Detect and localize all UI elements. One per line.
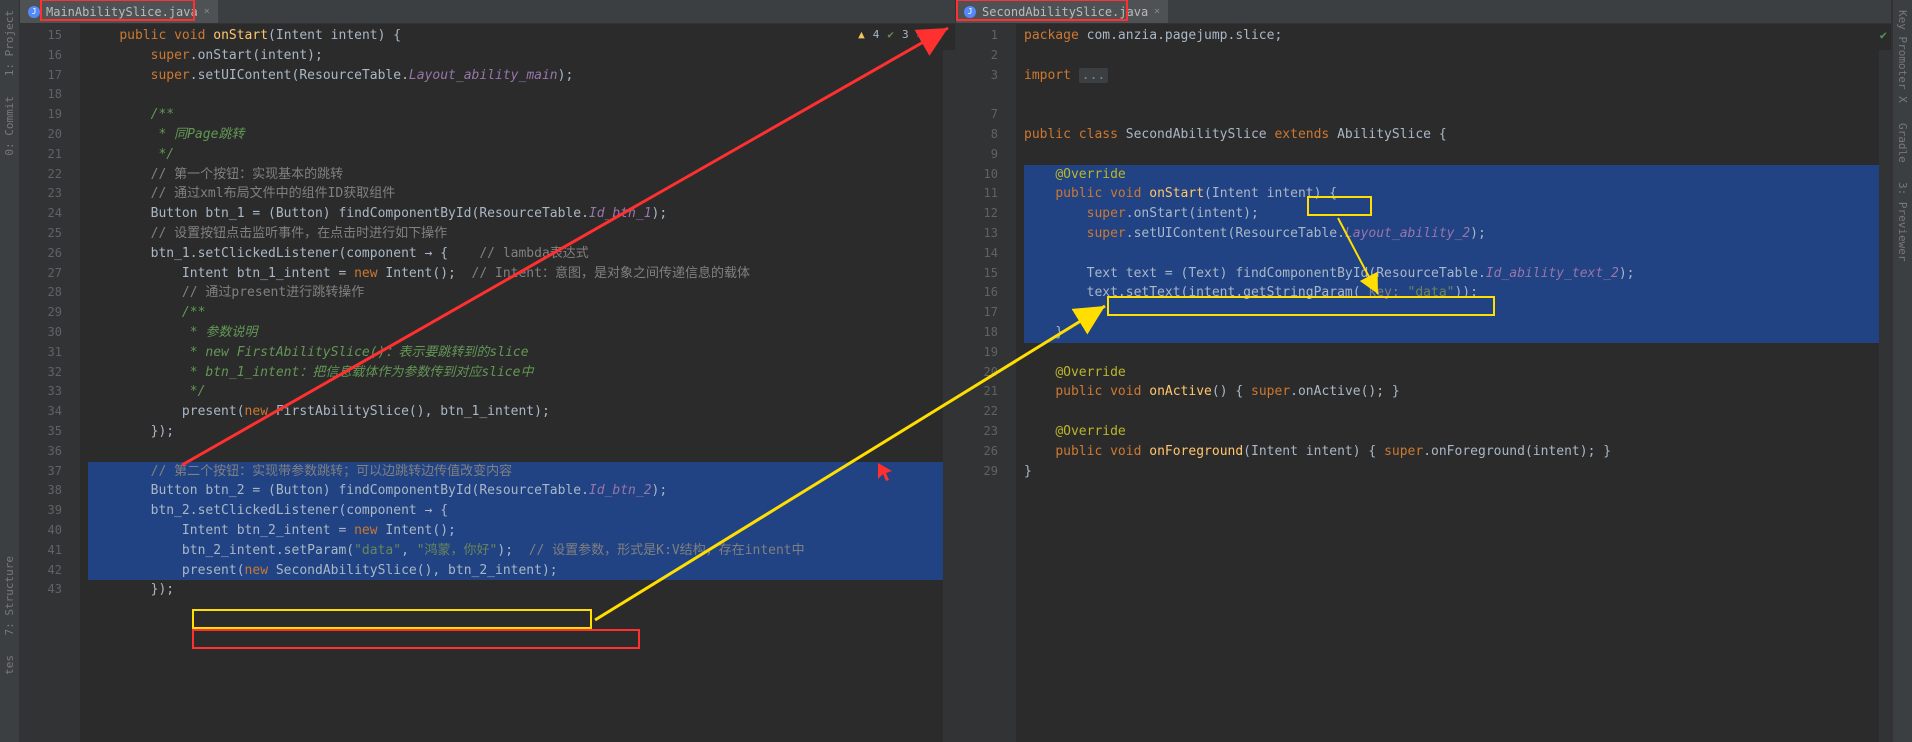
code-line[interactable] <box>88 442 955 462</box>
tool-sidebar-left: 1: Project 0: Commit 7: Structure tes <box>0 0 20 742</box>
tab-second-ability-slice[interactable]: J SecondAbilitySlice.java × <box>956 0 1168 23</box>
left-tabbar: J MainAbilitySlice.java × <box>20 0 955 24</box>
code-line[interactable]: present(new FirstAbilitySlice(), btn_1_i… <box>88 402 955 422</box>
tab-main-ability-slice[interactable]: J MainAbilitySlice.java × <box>20 0 218 23</box>
code-line[interactable]: public void onStart(Intent intent) { <box>88 26 955 46</box>
right-editor[interactable]: 12378910111213141516171819202122232629 p… <box>956 24 1891 742</box>
close-icon[interactable]: × <box>1154 6 1160 17</box>
code-line[interactable] <box>1024 46 1891 66</box>
commit-tool[interactable]: 0: Commit <box>3 96 16 156</box>
code-line[interactable] <box>88 85 955 105</box>
right-marker-strip[interactable] <box>1879 50 1891 742</box>
java-file-icon: J <box>964 6 976 18</box>
right-code[interactable]: package com.anzia.pagejump.slice; import … <box>1016 24 1891 742</box>
code-line[interactable] <box>1024 85 1891 105</box>
code-line[interactable] <box>1024 145 1891 165</box>
right-gutter: 12378910111213141516171819202122232629 <box>956 24 1016 742</box>
left-marker-strip[interactable] <box>943 50 955 742</box>
weak-warning-icon: ✔ <box>887 28 894 41</box>
editor-split: J MainAbilitySlice.java × 15161718192021… <box>20 0 1892 742</box>
tes-tool[interactable]: tes <box>3 655 16 675</box>
code-line[interactable]: public class SecondAbilitySlice extends … <box>1024 125 1891 145</box>
code-line[interactable]: } <box>1024 462 1891 482</box>
code-line[interactable]: package com.anzia.pagejump.slice; <box>1024 26 1891 46</box>
java-file-icon: J <box>28 6 40 18</box>
project-tool[interactable]: 1: Project <box>3 10 16 76</box>
code-line[interactable]: Text text = (Text) findComponentById(Res… <box>1024 264 1891 284</box>
code-line[interactable]: // 设置按钮点击监听事件，在点击时进行如下操作 <box>88 224 955 244</box>
code-line[interactable]: // 通过present进行跳转操作 <box>88 283 955 303</box>
code-line[interactable]: * btn_1_intent：把信息载体作为参数传到对应slice中 <box>88 363 955 383</box>
code-line[interactable] <box>1024 402 1891 422</box>
left-editor-pane: J MainAbilitySlice.java × 15161718192021… <box>20 0 956 742</box>
code-line[interactable]: Intent btn_1_intent = new Intent(); // I… <box>88 264 955 284</box>
previewer-tool[interactable]: 3: Previewer <box>1896 182 1909 261</box>
code-line[interactable]: present(new SecondAbilitySlice(), btn_2_… <box>88 561 955 581</box>
code-line[interactable]: public void onStart(Intent intent) { <box>1024 184 1891 204</box>
code-line[interactable]: }); <box>88 580 955 600</box>
chevron-up-icon[interactable]: ˄ <box>917 28 923 41</box>
code-line[interactable]: * 同Page跳转 <box>88 125 955 145</box>
no-problems-icon[interactable]: ✔ <box>1880 28 1887 42</box>
inspection-summary[interactable]: ▲4 ✔3 ˄ ˅ <box>858 28 937 41</box>
code-line[interactable]: super.setUIContent(ResourceTable.Layout_… <box>1024 224 1891 244</box>
right-editor-pane: J SecondAbilitySlice.java × 123789101112… <box>956 0 1892 742</box>
code-line[interactable]: /** <box>88 303 955 323</box>
tab-label: MainAbilitySlice.java <box>46 5 198 19</box>
code-line[interactable] <box>1024 105 1891 125</box>
close-icon[interactable]: × <box>204 6 210 17</box>
warning-icon: ▲ <box>858 28 865 41</box>
code-line[interactable]: btn_2.setClickedListener(component → { <box>88 501 955 521</box>
code-line[interactable]: /** <box>88 105 955 125</box>
code-line[interactable]: // 第二个按钮：实现带参数跳转；可以边跳转边传值改变内容 <box>88 462 955 482</box>
code-line[interactable]: btn_1.setClickedListener(component → { /… <box>88 244 955 264</box>
code-line[interactable]: */ <box>88 382 955 402</box>
code-line[interactable]: public void onForeground(Intent intent) … <box>1024 442 1891 462</box>
code-line[interactable]: * 参数说明 <box>88 323 955 343</box>
code-line[interactable]: Button btn_2 = (Button) findComponentByI… <box>88 481 955 501</box>
tab-label: SecondAbilitySlice.java <box>982 5 1148 19</box>
chevron-down-icon[interactable]: ˅ <box>931 28 937 41</box>
code-line[interactable]: @Override <box>1024 363 1891 383</box>
code-line[interactable]: */ <box>88 145 955 165</box>
code-line[interactable]: // 通过xml布局文件中的组件ID获取组件 <box>88 184 955 204</box>
structure-tool[interactable]: 7: Structure <box>3 556 16 635</box>
code-line[interactable]: btn_2_intent.setParam("data", "鸿蒙，你好"); … <box>88 541 955 561</box>
code-line[interactable]: @Override <box>1024 165 1891 185</box>
code-line[interactable]: import ... <box>1024 66 1891 86</box>
code-line[interactable]: Button btn_1 = (Button) findComponentByI… <box>88 204 955 224</box>
code-line[interactable]: super.setUIContent(ResourceTable.Layout_… <box>88 66 955 86</box>
code-line[interactable] <box>1024 343 1891 363</box>
code-line[interactable] <box>1024 303 1891 323</box>
code-line[interactable]: text.setText(intent.getStringParam( key:… <box>1024 283 1891 303</box>
code-line[interactable]: Intent btn_2_intent = new Intent(); <box>88 521 955 541</box>
left-code[interactable]: public void onStart(Intent intent) { sup… <box>80 24 955 742</box>
left-gutter: 1516171819202122232425262728293031323334… <box>20 24 80 742</box>
code-line[interactable]: // 第一个按钮：实现基本的跳转 <box>88 165 955 185</box>
keypromoter-tool[interactable]: Key Promoter X <box>1896 10 1909 103</box>
code-line[interactable] <box>1024 244 1891 264</box>
code-line[interactable]: super.onStart(intent); <box>88 46 955 66</box>
right-tabbar: J SecondAbilitySlice.java × <box>956 0 1891 24</box>
code-line[interactable]: }); <box>88 422 955 442</box>
code-line[interactable]: * new FirstAbilitySlice()：表示要跳转到的slice <box>88 343 955 363</box>
left-editor[interactable]: 1516171819202122232425262728293031323334… <box>20 24 955 742</box>
code-line[interactable]: } <box>1024 323 1891 343</box>
tool-sidebar-right: Key Promoter X Gradle 3: Previewer <box>1892 0 1912 742</box>
code-line[interactable]: public void onActive() { super.onActive(… <box>1024 382 1891 402</box>
gradle-tool[interactable]: Gradle <box>1896 123 1909 163</box>
code-line[interactable] <box>1024 481 1891 501</box>
code-line[interactable]: @Override <box>1024 422 1891 442</box>
code-line[interactable]: super.onStart(intent); <box>1024 204 1891 224</box>
